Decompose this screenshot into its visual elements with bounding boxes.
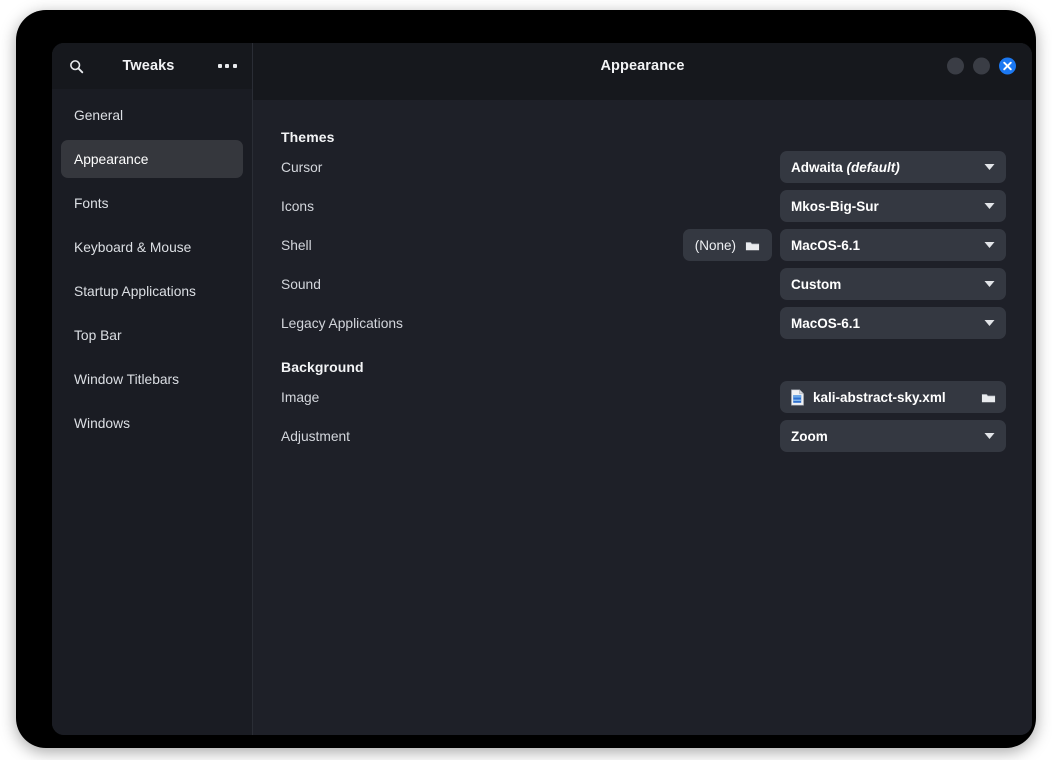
chevron-down-icon xyxy=(976,241,995,249)
desktop-background: Tweaks Appearance General Appearance Fon… xyxy=(0,0,1052,760)
minimize-button[interactable] xyxy=(947,57,964,75)
sidebar-item-startup-applications[interactable]: Startup Applications xyxy=(61,272,243,310)
main-menu-button[interactable] xyxy=(212,51,242,81)
folder-icon xyxy=(973,391,996,404)
window-outer-frame: Tweaks Appearance General Appearance Fon… xyxy=(16,10,1036,748)
row-icons: Icons Mkos-Big-Sur xyxy=(281,190,1006,222)
search-icon xyxy=(69,59,84,74)
sidebar-item-label: Startup Applications xyxy=(74,283,196,299)
row-background-adjustment: Adjustment Zoom xyxy=(281,420,1006,452)
shell-theme-value: MacOS-6.1 xyxy=(791,237,861,253)
row-controls: kali-abstract-sky.xml xyxy=(780,381,1006,413)
row-label: Sound xyxy=(281,276,321,292)
shell-theme-dropdown[interactable]: MacOS-6.1 xyxy=(780,229,1006,261)
sidebar-item-label: Keyboard & Mouse xyxy=(74,239,192,255)
chevron-down-icon xyxy=(976,202,995,210)
sidebar-item-windows[interactable]: Windows xyxy=(61,404,243,442)
content-header: Appearance xyxy=(253,43,1032,89)
sidebar-item-label: Window Titlebars xyxy=(74,371,180,387)
close-icon xyxy=(1003,61,1012,71)
sound-theme-value: Custom xyxy=(791,276,842,292)
cursor-theme-dropdown[interactable]: Adwaita (default) xyxy=(780,151,1006,183)
shell-theme-file-button[interactable]: (None) xyxy=(682,229,772,261)
icon-theme-dropdown[interactable]: Mkos-Big-Sur xyxy=(780,190,1006,222)
row-shell: Shell (None) MacOS-6.1 xyxy=(281,229,1006,261)
sidebar-navigation: General Appearance Fonts Keyboard & Mous… xyxy=(52,89,253,735)
row-controls: Adwaita (default) xyxy=(780,151,1006,183)
row-controls: Mkos-Big-Sur xyxy=(780,190,1006,222)
chevron-down-icon xyxy=(976,163,995,171)
content-area: Themes Cursor Adwaita (default) Icons Mk… xyxy=(253,89,1032,735)
chevron-down-icon xyxy=(976,280,995,288)
sidebar-item-fonts[interactable]: Fonts xyxy=(61,184,243,222)
window-controls xyxy=(947,57,1016,75)
sound-theme-dropdown[interactable]: Custom xyxy=(780,268,1006,300)
row-sound: Sound Custom xyxy=(281,268,1006,300)
header-bar: Tweaks Appearance xyxy=(52,43,1032,89)
row-cursor: Cursor Adwaita (default) xyxy=(281,151,1006,183)
close-button[interactable] xyxy=(999,57,1016,75)
scrolled-content-edge xyxy=(253,89,1032,100)
sidebar-item-window-titlebars[interactable]: Window Titlebars xyxy=(61,360,243,398)
sidebar-header: Tweaks xyxy=(52,43,253,89)
background-adjustment-dropdown[interactable]: Zoom xyxy=(780,420,1006,452)
sidebar-title-container: Tweaks xyxy=(85,58,212,74)
chevron-down-icon xyxy=(976,432,995,440)
row-controls: Zoom xyxy=(780,420,1006,452)
background-adjustment-value: Zoom xyxy=(791,428,828,444)
row-label: Shell xyxy=(281,237,312,253)
app-title: Tweaks xyxy=(122,58,175,74)
row-label: Icons xyxy=(281,198,314,214)
folder-icon xyxy=(745,239,760,252)
page-title: Appearance xyxy=(600,58,685,74)
row-legacy-applications: Legacy Applications MacOS-6.1 xyxy=(281,307,1006,339)
sidebar-item-label: General xyxy=(74,107,124,123)
shell-theme-file-label: (None) xyxy=(694,237,736,253)
icon-theme-value: Mkos-Big-Sur xyxy=(791,198,879,214)
row-label: Image xyxy=(281,389,320,405)
maximize-button[interactable] xyxy=(973,57,990,75)
sidebar-item-general[interactable]: General xyxy=(61,96,243,134)
legacy-applications-theme-dropdown[interactable]: MacOS-6.1 xyxy=(780,307,1006,339)
window-body: General Appearance Fonts Keyboard & Mous… xyxy=(52,89,1032,735)
row-background-image: Image kali-abstract-sky.xml xyxy=(281,381,1006,413)
settings-list: Themes Cursor Adwaita (default) Icons Mk… xyxy=(253,89,1032,452)
row-label: Cursor xyxy=(281,159,323,175)
row-controls: Custom xyxy=(780,268,1006,300)
sidebar-item-label: Top Bar xyxy=(74,327,122,343)
three-dots-menu-icon xyxy=(217,64,237,68)
sidebar-item-label: Windows xyxy=(74,415,130,431)
background-group-title: Background xyxy=(281,359,364,375)
legacy-applications-theme-value: MacOS-6.1 xyxy=(791,315,861,331)
sidebar-item-label: Appearance xyxy=(74,151,149,167)
cursor-theme-value: Adwaita (default) xyxy=(791,160,900,175)
tweaks-application-window: Tweaks Appearance General Appearance Fon… xyxy=(52,43,1032,735)
background-image-value: kali-abstract-sky.xml xyxy=(813,389,946,405)
cursor-theme-default-tag: (default) xyxy=(846,159,900,175)
cursor-theme-value-text: Adwaita xyxy=(791,159,843,175)
row-label: Legacy Applications xyxy=(281,315,403,331)
xml-document-icon xyxy=(790,388,805,406)
sidebar-item-appearance[interactable]: Appearance xyxy=(61,140,243,178)
row-controls: (None) MacOS-6.1 xyxy=(682,229,1006,261)
row-controls: MacOS-6.1 xyxy=(780,307,1006,339)
background-image-file-chooser[interactable]: kali-abstract-sky.xml xyxy=(780,381,1006,413)
themes-group-title: Themes xyxy=(281,129,335,145)
sidebar-item-keyboard-mouse[interactable]: Keyboard & Mouse xyxy=(61,228,243,266)
sidebar-item-label: Fonts xyxy=(74,195,109,211)
chevron-down-icon xyxy=(976,319,995,327)
row-label: Adjustment xyxy=(281,428,351,444)
sidebar-item-top-bar[interactable]: Top Bar xyxy=(61,316,243,354)
